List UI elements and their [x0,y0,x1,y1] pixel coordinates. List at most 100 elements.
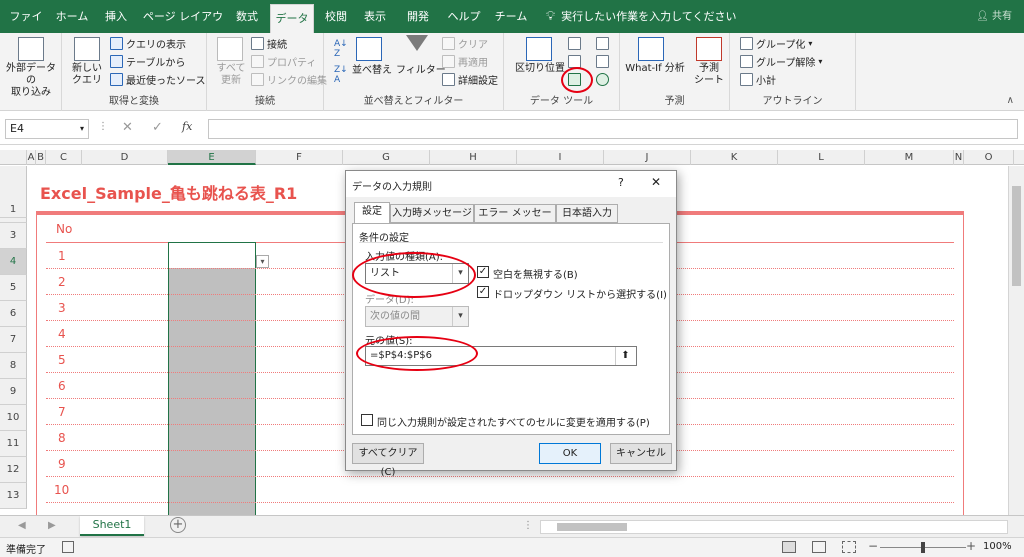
share-button[interactable]: 👤︎ 共有 [976,0,1012,33]
forecast-sheet-button[interactable]: 予測 シート [690,63,728,87]
remove-duplicates-icon[interactable] [568,55,581,68]
scroll-thumb[interactable] [557,523,627,531]
tab-team[interactable]: チーム [494,0,528,33]
active-cell-border[interactable] [168,242,256,515]
connections-button[interactable]: 接続 [251,36,287,51]
tab-settings[interactable]: 設定 [354,202,390,224]
flash-fill-icon[interactable] [568,37,581,50]
tab-view[interactable]: 表示 [360,0,390,33]
row-header[interactable]: 4 [0,249,27,275]
sort-button[interactable]: 並べ替え [352,65,392,77]
show-query-button[interactable]: クエリの表示 [110,36,186,51]
properties-button[interactable]: プロパティ [251,54,316,69]
insert-function-icon[interactable]: fx [182,120,192,133]
range-select-icon[interactable]: ⬆ [615,347,635,365]
ungroup-button[interactable]: グループ解除 ▾ [740,54,822,69]
col-header[interactable]: N [954,150,964,165]
from-table-button[interactable]: テーブルから [110,54,185,69]
col-header[interactable]: L [778,150,865,165]
dropdown-checkbox[interactable]: ✓ [477,286,489,298]
data-model-icon[interactable] [596,73,609,86]
zoom-level[interactable]: 100% [983,541,1012,552]
col-header[interactable]: F [256,150,343,165]
row-header[interactable]: 6 [0,301,27,327]
group-button[interactable]: グループ化 ▾ [740,36,812,51]
clear-all-button[interactable]: すべてクリア(C) [352,443,424,478]
next-sheet-icon[interactable]: ▶ [48,520,56,531]
col-header[interactable]: G [343,150,430,165]
tab-file[interactable]: ファイル [6,0,46,56]
scroll-thumb[interactable] [1012,186,1021,286]
row-header[interactable]: 12 [0,457,27,483]
col-header[interactable]: B [36,150,46,165]
data-select[interactable]: 次の値の間 ▾ [365,306,469,327]
row-header[interactable]: 7 [0,327,27,353]
name-box[interactable]: E4 ▾ [5,119,89,139]
sheet-tab-sheet1[interactable]: Sheet1 [80,516,144,536]
get-external-data-button[interactable]: 外部データの 取り込み [3,63,59,99]
prev-sheet-icon[interactable]: ◀ [18,520,26,531]
what-if-button[interactable]: What-If 分析 [624,63,686,75]
sort-az-icon[interactable]: A↓ Z [334,39,348,59]
reapply-button[interactable]: 再適用 [442,54,488,69]
col-header[interactable]: D [82,150,168,165]
macro-record-icon[interactable] [62,541,74,553]
tab-help[interactable]: ヘルプ [446,0,482,33]
row-header[interactable]: 11 [0,431,27,457]
close-icon[interactable]: ✕ [651,175,661,189]
collapse-ribbon-icon[interactable]: ∧ [1007,95,1014,106]
zoom-in-icon[interactable]: + [966,539,976,553]
normal-view-icon[interactable] [782,541,796,553]
row-header[interactable]: 13 [0,483,27,509]
row-header[interactable]: 8 [0,353,27,379]
tab-formulas[interactable]: 数式 [232,0,262,33]
tell-me-box[interactable]: 💡︎ 実行したい作業を入力してください [546,0,736,33]
tab-page-layout[interactable]: ページ レイアウト [142,0,224,56]
horizontal-scrollbar[interactable] [540,520,1008,534]
tab-data[interactable]: データ [270,4,314,33]
cancel-icon[interactable]: ✕ [122,120,133,135]
ignore-blank-checkbox[interactable]: ✓ [477,266,489,278]
recent-sources-button[interactable]: 最近使ったソース [110,72,206,87]
tab-error-alert[interactable]: エラー メッセージ [474,204,556,237]
enter-icon[interactable]: ✓ [152,120,163,135]
new-query-button[interactable]: 新しい クエリ [68,63,106,87]
page-break-view-icon[interactable] [842,541,856,553]
tab-developer[interactable]: 開発 [404,0,432,33]
text-to-columns-button[interactable]: 区切り位置 [514,63,566,75]
refresh-all-button[interactable]: すべて 更新 [211,63,251,87]
consolidate-icon[interactable] [596,37,609,50]
formula-input[interactable] [208,119,1018,139]
zoom-out-icon[interactable]: − [868,539,878,553]
zoom-slider-thumb[interactable] [921,542,925,553]
col-header[interactable]: C [46,150,82,165]
tab-home[interactable]: ホーム [54,0,90,33]
advanced-filter-button[interactable]: 詳細設定 [442,72,498,87]
subtotal-button[interactable]: 小計 [740,72,776,87]
cancel-button[interactable]: キャンセル [610,443,672,464]
col-header[interactable]: I [517,150,604,165]
tab-ime-mode[interactable]: 日本語入力 [556,204,618,223]
tab-input-message[interactable]: 入力時メッセージ [390,204,474,223]
col-header[interactable]: J [604,150,691,165]
help-button[interactable]: ? [618,176,624,189]
ok-button[interactable]: OK [539,443,601,464]
clear-filter-button[interactable]: クリア [442,36,488,51]
tab-review[interactable]: 校閲 [322,0,350,33]
relationships-icon[interactable] [596,55,609,68]
col-header[interactable]: K [691,150,778,165]
edit-links-button[interactable]: リンクの編集 [251,72,327,87]
tab-insert[interactable]: 挿入 [102,0,130,33]
row-header[interactable]: 5 [0,275,27,301]
row-header[interactable]: 9 [0,379,27,405]
page-layout-view-icon[interactable] [812,541,826,553]
col-header[interactable]: M [865,150,954,165]
col-header[interactable]: E [168,150,256,165]
row-header[interactable]: 3 [0,223,27,249]
row-header[interactable]: 10 [0,405,27,431]
cell-dropdown-button[interactable]: ▾ [256,255,269,268]
col-header[interactable]: H [430,150,517,165]
col-header[interactable]: A [27,150,36,165]
select-all-corner[interactable] [0,150,27,165]
filter-button[interactable]: フィルター [396,65,446,77]
